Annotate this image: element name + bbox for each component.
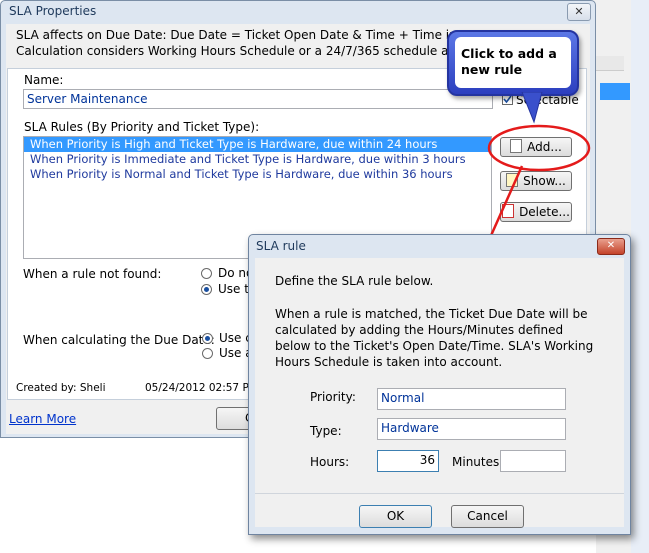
dialog-close-button[interactable]: ✕ <box>597 238 625 255</box>
dialog-client-area: Define the SLA rule below. When a rule i… <box>255 258 624 528</box>
sla-rule-dialog: SLA rule ✕ Define the SLA rule below. Wh… <box>248 234 631 535</box>
dialog-description: When a rule is matched, the Ticket Due D… <box>275 306 593 370</box>
dialog-description-line: calculated by adding the Hours/Minutes d… <box>275 323 564 337</box>
callout-text: Click to add a new rule <box>461 46 557 78</box>
type-input[interactable]: Hardware <box>377 418 566 440</box>
type-label: Type: <box>310 424 342 438</box>
add-rule-callout: Click to add a new rule <box>447 30 579 96</box>
priority-input[interactable]: Normal <box>377 388 566 410</box>
hours-input[interactable]: 36 <box>377 450 439 472</box>
hours-label: Hours: <box>310 455 350 469</box>
dialog-divider <box>255 493 624 494</box>
callout-pointer <box>521 92 543 124</box>
dialog-description-line: Hours Schedule is taken into account. <box>275 355 503 369</box>
dialog-title: SLA rule <box>256 239 306 253</box>
callout-line-1: Click to add a <box>461 46 557 61</box>
add-button-highlight-circle <box>487 124 591 172</box>
callout-line-2: new rule <box>461 62 523 77</box>
dialog-ok-button[interactable]: OK <box>359 505 432 528</box>
minutes-input[interactable] <box>500 450 566 472</box>
dialog-instruction: Define the SLA rule below. <box>275 274 434 288</box>
priority-label: Priority: <box>310 390 356 404</box>
dialog-description-line: below to the Ticket's Open Date/Time. SL… <box>275 339 594 353</box>
dialog-description-line: When a rule is matched, the Ticket Due D… <box>275 307 588 321</box>
minutes-label: Minutes: <box>452 455 504 469</box>
dialog-cancel-button[interactable]: Cancel <box>451 505 524 528</box>
